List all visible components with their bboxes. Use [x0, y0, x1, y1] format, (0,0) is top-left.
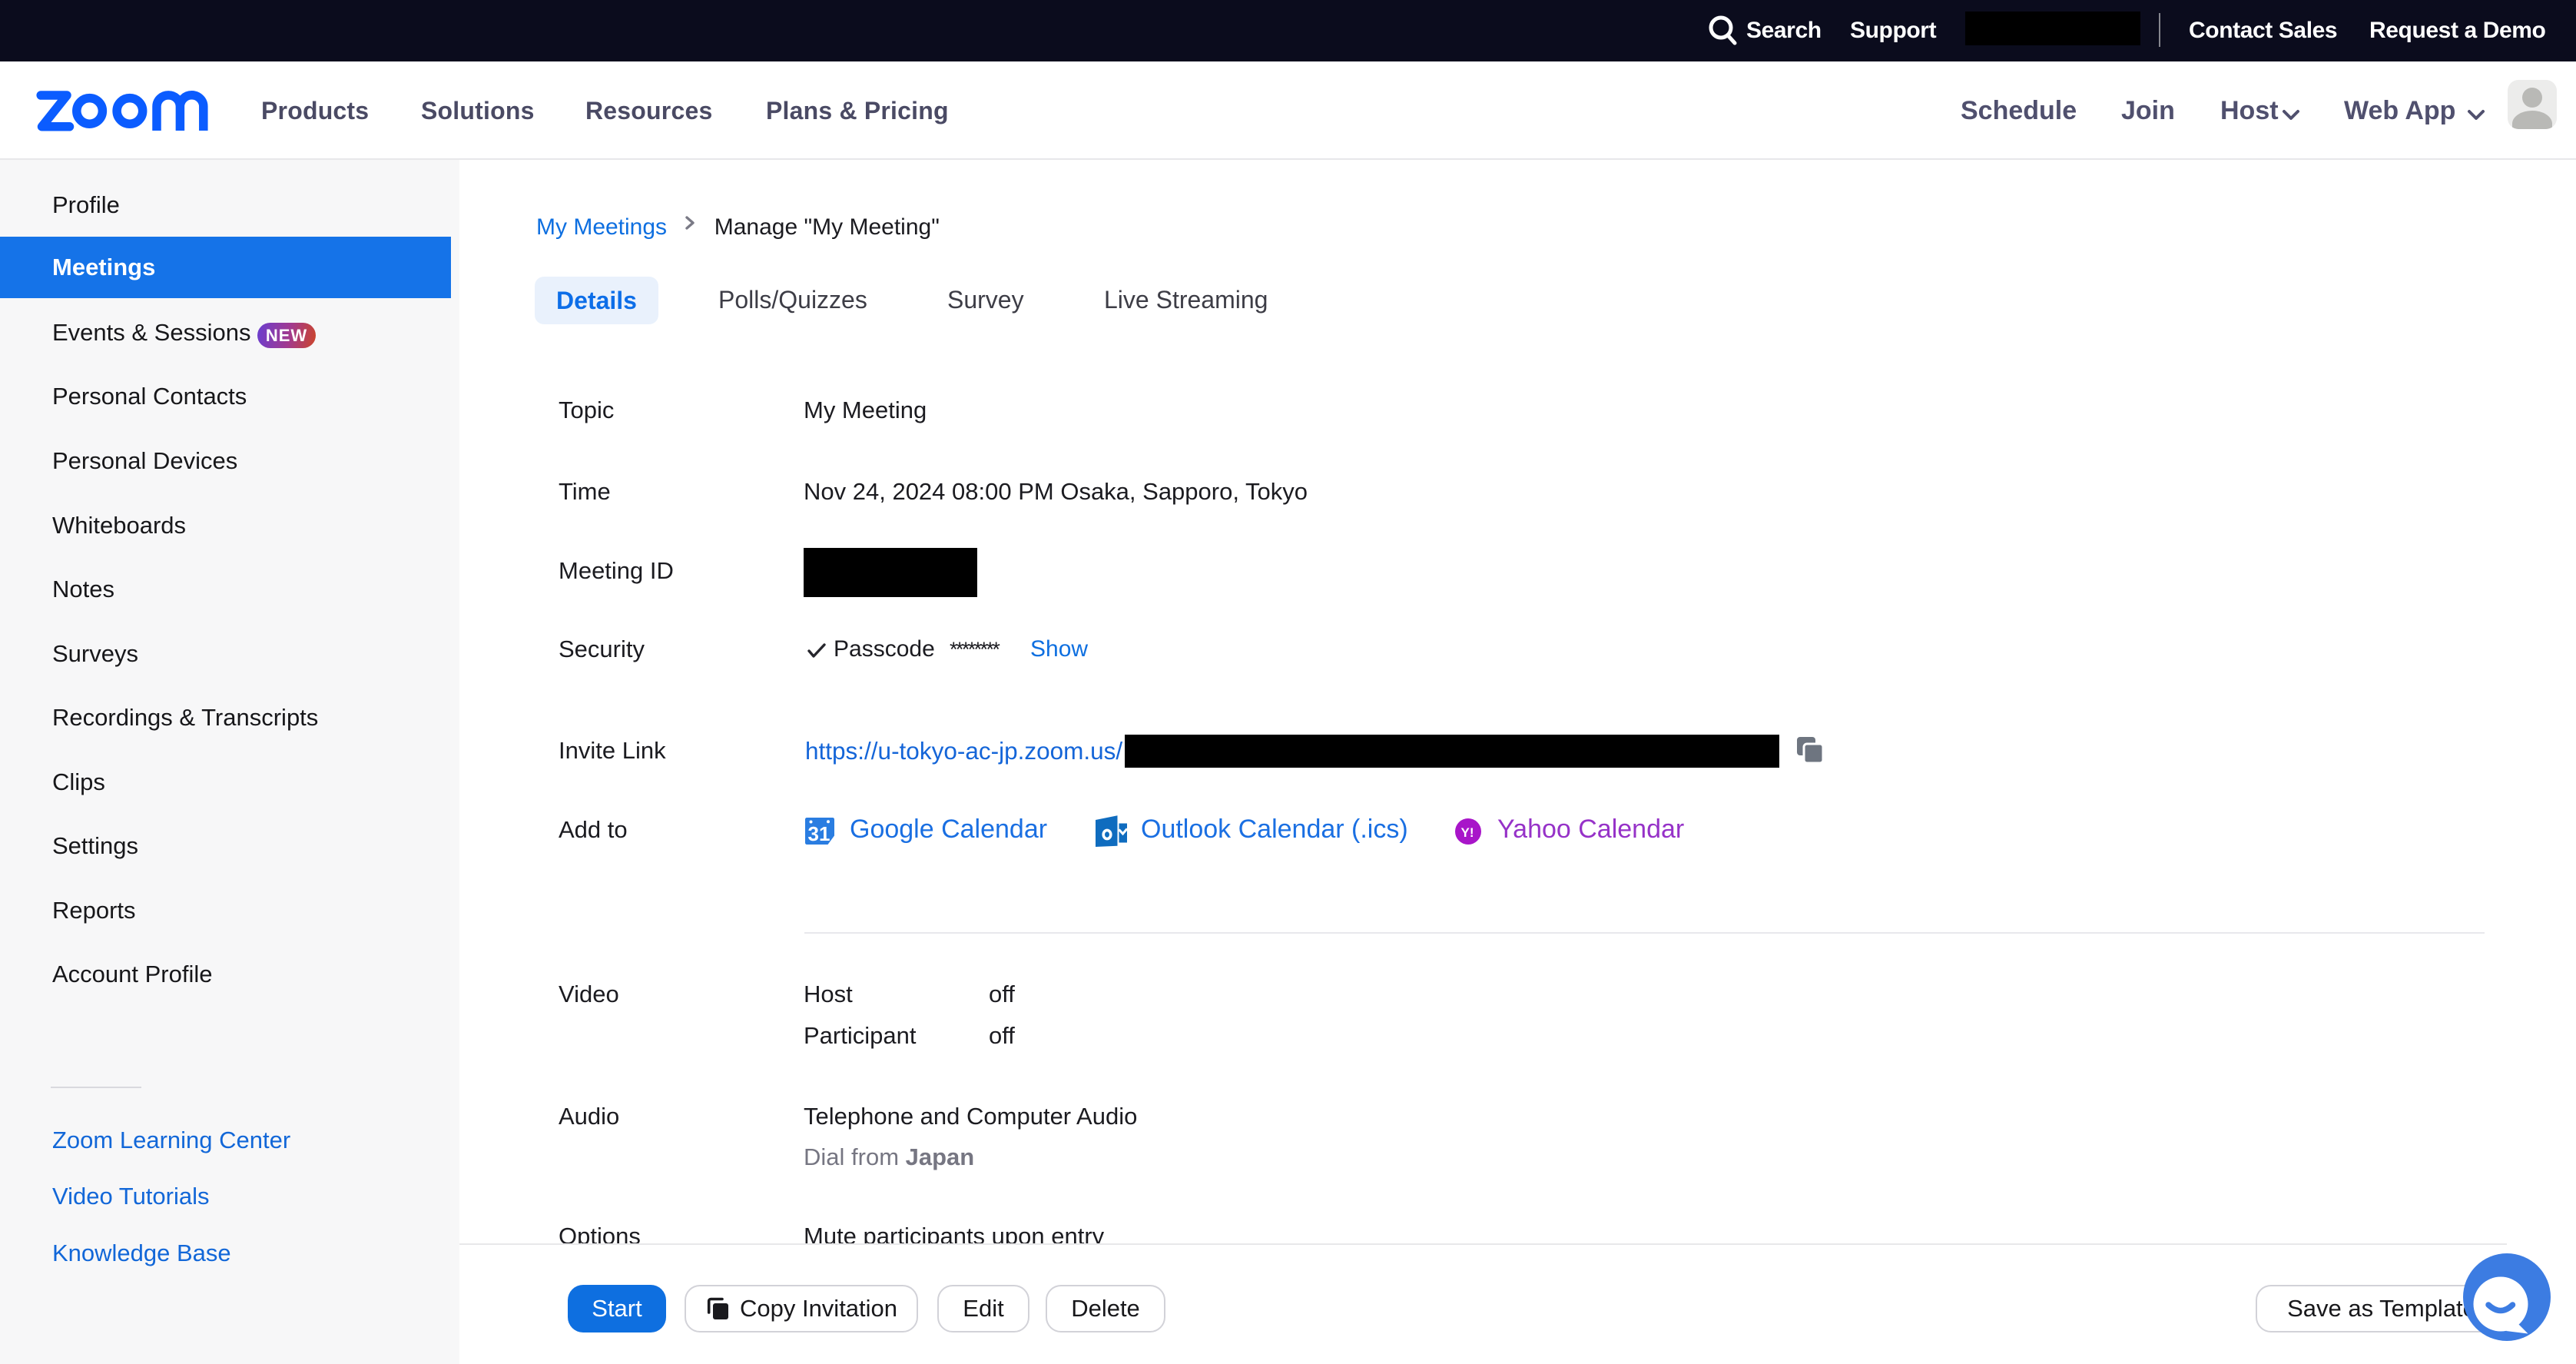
svg-text:31: 31: [808, 822, 830, 845]
svg-text:Y!: Y!: [1461, 825, 1474, 840]
